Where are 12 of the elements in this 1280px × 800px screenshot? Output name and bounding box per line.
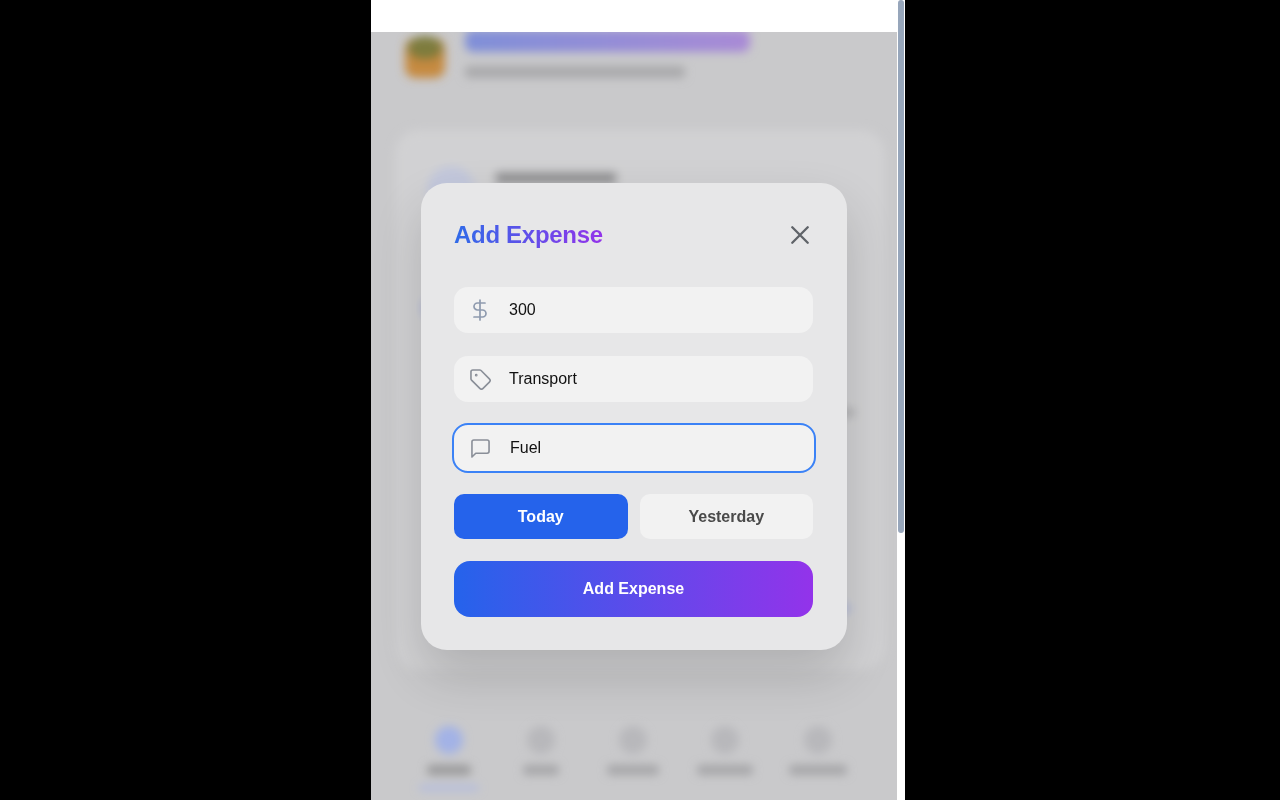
speech-bubble-icon <box>470 438 490 458</box>
scrollbar-thumb[interactable] <box>898 0 904 533</box>
note-field[interactable]: Fuel <box>452 423 816 473</box>
close-icon <box>791 226 809 244</box>
category-field[interactable]: Transport <box>454 356 813 402</box>
date-option-button[interactable]: Today <box>454 494 628 539</box>
close-button[interactable] <box>791 226 809 244</box>
amount-field[interactable]: 300 <box>454 287 813 333</box>
dollar-icon <box>473 299 487 321</box>
tag-icon <box>469 368 491 390</box>
add-expense-button[interactable]: Add Expense <box>454 561 813 617</box>
date-option-button[interactable]: Yesterday <box>639 494 813 539</box>
